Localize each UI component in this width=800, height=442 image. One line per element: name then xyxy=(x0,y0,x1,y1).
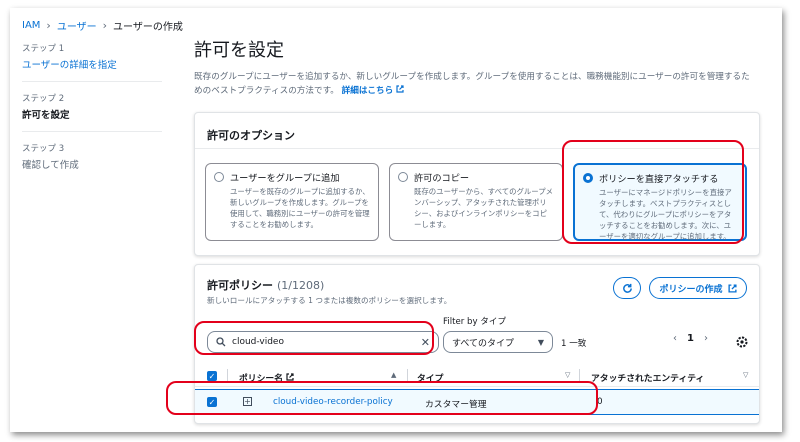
option-attach-policies[interactable]: ポリシーを直接アタッチする ユーザーにマネージドポリシーを直接アタッチします。ベ… xyxy=(573,163,747,241)
step-1: ステップ 1 ユーザーの詳細を指定 xyxy=(22,42,162,82)
option-description: ユーザーにマネージドポリシーを直接アタッチします。ベストプラクティスとして、代わ… xyxy=(599,188,732,241)
column-attached-entities[interactable]: アタッチされたエンティティ xyxy=(591,371,704,384)
main-header: 許可を設定 既存のグループにユーザーを追加するか、新しいグループを作成します。グ… xyxy=(194,36,770,98)
console-window: IAM › ユーザー › ユーザーの作成 ステップ 1 ユーザーの詳細を指定 ス… xyxy=(10,8,782,432)
create-policy-button[interactable]: ポリシーの作成 xyxy=(649,277,747,299)
column-policy-name[interactable]: ポリシー名 xyxy=(239,371,294,384)
external-link-icon xyxy=(286,373,294,381)
policies-count: (1/1208) xyxy=(277,279,325,292)
step-number: ステップ 3 xyxy=(22,144,65,154)
clear-icon[interactable]: ✕ xyxy=(421,336,430,349)
policies-title-text: 許可ポリシー xyxy=(207,279,273,292)
match-count: 1 一致 xyxy=(561,339,587,349)
step-3-title: 確認して作成 xyxy=(22,160,79,171)
option-description: 既存のユーザーから、すべてのグループメンバーシップ、アタッチされた管理ポリシー、… xyxy=(414,187,554,229)
pagination: ‹ 1 › xyxy=(673,333,708,344)
column-type[interactable]: タイプ xyxy=(417,371,443,384)
search-icon xyxy=(216,337,226,347)
step-2: ステップ 2 許可を設定 xyxy=(22,92,162,132)
breadcrumb-iam-link[interactable]: IAM xyxy=(22,20,40,31)
select-all-checkbox[interactable]: ✓ xyxy=(207,371,217,381)
table-header: ✓ ポリシー名 ▲ タイプ ▽ アタッチされたエンティティ ▽ xyxy=(195,365,759,387)
breadcrumb-current: ユーザーの作成 xyxy=(113,22,183,33)
table-row[interactable]: ✓ + cloud-video-recorder-policy カスタマー管理 … xyxy=(195,389,759,415)
policy-type: カスタマー管理 xyxy=(425,400,487,410)
next-page-icon[interactable]: › xyxy=(704,333,708,344)
option-title: 許可のコピー xyxy=(414,173,470,184)
permission-policies-panel: 許可ポリシー (1/1208) 新しいロールにアタッチする 1 つまたは複数のポリ… xyxy=(194,264,760,424)
sort-icon[interactable]: ▽ xyxy=(565,371,570,379)
page-description: 既存のグループにユーザーを追加するか、新しいグループを作成します。グループを使用… xyxy=(194,70,754,98)
step-2-title: 許可を設定 xyxy=(22,110,70,121)
step-1-link[interactable]: ユーザーの詳細を指定 xyxy=(22,57,162,71)
create-policy-label: ポリシーの作成 xyxy=(659,284,723,295)
page-number[interactable]: 1 xyxy=(687,333,694,344)
step-3: ステップ 3 確認して作成 xyxy=(22,142,162,181)
permission-options-panel: 許可のオプション ユーザーをグループに追加 ユーザーを既存のグループに追加するか… xyxy=(194,112,760,256)
policy-name-link[interactable]: cloud-video-recorder-policy xyxy=(273,397,393,407)
sort-icon[interactable]: ▽ xyxy=(743,371,748,379)
policy-entities: 0 xyxy=(597,397,603,407)
option-title: ユーザーをグループに追加 xyxy=(230,173,340,184)
refresh-icon xyxy=(622,283,632,293)
gear-icon[interactable] xyxy=(735,335,749,349)
description-text: 既存のグループにユーザーを追加するか、新しいグループを作成します。グループを使用… xyxy=(194,72,750,96)
chevron-right-icon: › xyxy=(46,19,51,32)
chevron-right-icon: › xyxy=(102,19,108,32)
option-copy-permissions[interactable]: 許可のコピー 既存のユーザーから、すべてのグループメンバーシップ、アタッチされた… xyxy=(389,163,563,241)
external-link-icon xyxy=(396,85,404,93)
page-title: 許可を設定 xyxy=(194,40,284,61)
refresh-button[interactable] xyxy=(613,277,641,299)
learn-more-link[interactable]: 詳細はこちら xyxy=(342,85,405,96)
radio-button[interactable] xyxy=(214,172,224,182)
radio-button-selected[interactable] xyxy=(583,173,593,183)
caret-down-icon: ▼ xyxy=(537,337,544,347)
row-checkbox[interactable]: ✓ xyxy=(207,397,217,407)
option-add-to-group[interactable]: ユーザーをグループに追加 ユーザーを既存のグループに追加するか、新しいグループを… xyxy=(205,163,379,241)
prev-page-icon[interactable]: ‹ xyxy=(673,333,677,344)
search-value: cloud-video xyxy=(232,337,284,347)
wizard-steps: ステップ 1 ユーザーの詳細を指定 ステップ 2 許可を設定 ステップ 3 確認… xyxy=(22,42,162,191)
options-header: 許可のオプション xyxy=(195,113,759,149)
option-description: ユーザーを既存のグループに追加するか、新しいグループを作成します。グループを使用… xyxy=(230,187,370,229)
option-title: ポリシーを直接アタッチする xyxy=(599,174,719,185)
policies-subtitle: 新しいロールにアタッチする 1 つまたは複数のポリシーを選択します。 xyxy=(207,296,452,305)
external-link-icon xyxy=(727,283,737,293)
breadcrumb-users-link[interactable]: ユーザー xyxy=(57,18,97,33)
expand-icon[interactable]: + xyxy=(243,397,252,406)
filter-label: Filter by タイプ xyxy=(443,317,507,327)
type-filter-select[interactable]: すべてのタイプ ▼ xyxy=(443,331,553,353)
breadcrumb: IAM › ユーザー › ユーザーの作成 xyxy=(22,18,183,33)
type-filter-value: すべてのタイプ xyxy=(452,338,515,349)
step-number: ステップ 1 xyxy=(22,44,65,54)
radio-button[interactable] xyxy=(398,172,408,182)
policy-search-input[interactable]: cloud-video ✕ xyxy=(207,331,439,353)
step-number: ステップ 2 xyxy=(22,94,65,104)
policies-title: 許可ポリシー (1/1208) xyxy=(207,277,324,293)
sort-asc-icon[interactable]: ▲ xyxy=(391,371,396,379)
